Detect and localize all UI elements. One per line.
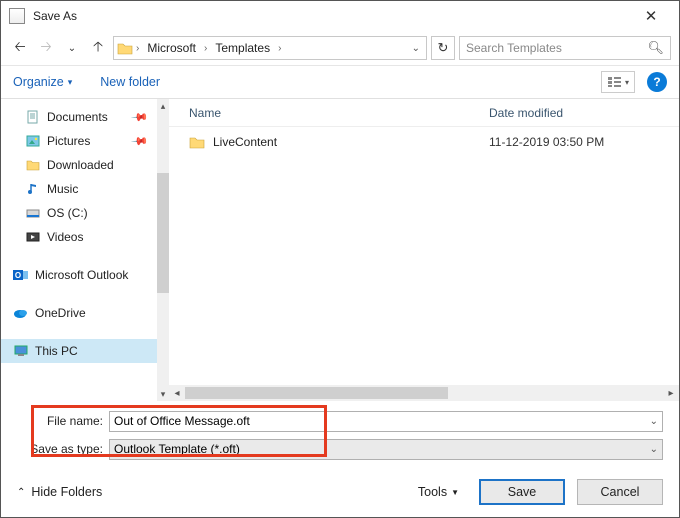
- help-button[interactable]: ?: [647, 72, 667, 92]
- tools-button[interactable]: Tools ▼: [418, 485, 459, 499]
- drive-icon: [25, 205, 41, 221]
- pin-icon: 📌: [131, 108, 150, 127]
- footer: ⌃ Hide Folders Tools ▼ Save Cancel: [1, 467, 679, 517]
- chevron-down-icon[interactable]: ⌄: [412, 43, 420, 54]
- scroll-down-icon[interactable]: ▾: [157, 387, 169, 401]
- view-options-button[interactable]: ▾: [601, 71, 635, 93]
- savetype-label: Save as type:: [17, 442, 109, 456]
- music-icon: [25, 181, 41, 197]
- main-area: Documents 📌 Pictures 📌 Downloaded Music: [1, 99, 679, 401]
- nav-row: 🡠 🡢 ⌄ 🡡 › Microsoft › Templates › ⌄ ↻ Se…: [1, 31, 679, 65]
- documents-icon: [25, 109, 41, 125]
- chevron-right-icon: ›: [202, 43, 209, 54]
- organize-button[interactable]: Organize ▾: [13, 75, 72, 89]
- cancel-button[interactable]: Cancel: [577, 479, 663, 505]
- title-bar: Save As ✕: [1, 1, 679, 31]
- forward-button: 🡢: [35, 37, 57, 59]
- this-pc-icon: [13, 343, 29, 359]
- scroll-up-icon[interactable]: ▴: [157, 99, 169, 113]
- save-as-dialog: Save As ✕ 🡠 🡢 ⌄ 🡡 › Microsoft › Template…: [0, 0, 680, 518]
- address-bar[interactable]: › Microsoft › Templates › ⌄: [113, 36, 427, 60]
- folder-icon: [189, 135, 205, 149]
- filename-label: File name:: [17, 414, 109, 428]
- column-name[interactable]: Name: [169, 106, 489, 120]
- savetype-select[interactable]: Outlook Template (*.oft) ⌄: [109, 439, 663, 460]
- file-list-panel: Name Date modified LiveContent 11-12-201…: [169, 99, 679, 401]
- sidebar: Documents 📌 Pictures 📌 Downloaded Music: [1, 99, 157, 401]
- filename-input[interactable]: Out of Office Message.oft ⌄: [109, 411, 663, 432]
- chevron-up-icon: ⌃: [17, 487, 25, 498]
- search-icon: 🔍︎: [647, 40, 664, 56]
- sidebar-item-downloaded[interactable]: Downloaded: [1, 153, 157, 177]
- sidebar-item-this-pc[interactable]: This PC: [1, 339, 157, 363]
- videos-icon: [25, 229, 41, 245]
- search-placeholder: Search Templates: [466, 41, 562, 55]
- toolbar: Organize ▾ New folder ▾ ?: [1, 65, 679, 99]
- sidebar-item-videos[interactable]: Videos: [1, 225, 157, 249]
- chevron-right-icon: ›: [134, 43, 141, 54]
- window-title: Save As: [33, 9, 77, 23]
- chevron-right-icon: ›: [276, 43, 283, 54]
- save-button[interactable]: Save: [479, 479, 565, 505]
- hide-folders-button[interactable]: ⌃ Hide Folders: [17, 485, 102, 499]
- breadcrumb-seg-0[interactable]: Microsoft: [141, 41, 202, 55]
- search-input[interactable]: Search Templates 🔍︎: [459, 36, 671, 60]
- svg-text:O: O: [15, 271, 21, 280]
- refresh-button[interactable]: ↻: [431, 36, 455, 60]
- onedrive-icon: [13, 305, 29, 321]
- breadcrumb-seg-1[interactable]: Templates: [209, 41, 276, 55]
- scroll-left-icon[interactable]: ◂: [169, 388, 185, 399]
- sidebar-item-pictures[interactable]: Pictures 📌: [1, 129, 157, 153]
- sidebar-item-music[interactable]: Music: [1, 177, 157, 201]
- column-date[interactable]: Date modified: [489, 106, 679, 120]
- pin-icon: 📌: [131, 132, 150, 151]
- list-item[interactable]: LiveContent 11-12-2019 03:50 PM: [169, 127, 679, 153]
- chevron-down-icon[interactable]: ⌄: [650, 416, 658, 427]
- sidebar-item-os-c[interactable]: OS (C:): [1, 201, 157, 225]
- up-button[interactable]: 🡡: [87, 37, 109, 59]
- chevron-down-icon: ▼: [451, 488, 459, 497]
- folder-icon: [25, 157, 41, 173]
- column-headers: Name Date modified: [169, 99, 679, 127]
- horizontal-scrollbar[interactable]: ◂ ▸: [169, 385, 679, 401]
- scrollbar-thumb[interactable]: [157, 173, 169, 293]
- system-icon: [9, 8, 25, 24]
- chevron-down-icon[interactable]: ⌄: [650, 444, 658, 455]
- sidebar-scrollbar[interactable]: ▴ ▾: [157, 99, 169, 401]
- chevron-down-icon: ▾: [68, 77, 73, 88]
- pictures-icon: [25, 133, 41, 149]
- sidebar-item-outlook[interactable]: O Microsoft Outlook: [1, 263, 157, 287]
- recent-locations-button[interactable]: ⌄: [61, 37, 83, 59]
- scrollbar-thumb[interactable]: [185, 387, 448, 399]
- folder-icon: [116, 40, 134, 56]
- sidebar-item-onedrive[interactable]: OneDrive: [1, 301, 157, 325]
- outlook-icon: O: [13, 267, 29, 283]
- scroll-right-icon[interactable]: ▸: [663, 388, 679, 399]
- back-button[interactable]: 🡠: [9, 37, 31, 59]
- sidebar-item-documents[interactable]: Documents 📌: [1, 105, 157, 129]
- new-folder-button[interactable]: New folder: [100, 75, 160, 89]
- save-fields: File name: Out of Office Message.oft ⌄ S…: [1, 401, 679, 469]
- close-button[interactable]: ✕: [631, 7, 671, 25]
